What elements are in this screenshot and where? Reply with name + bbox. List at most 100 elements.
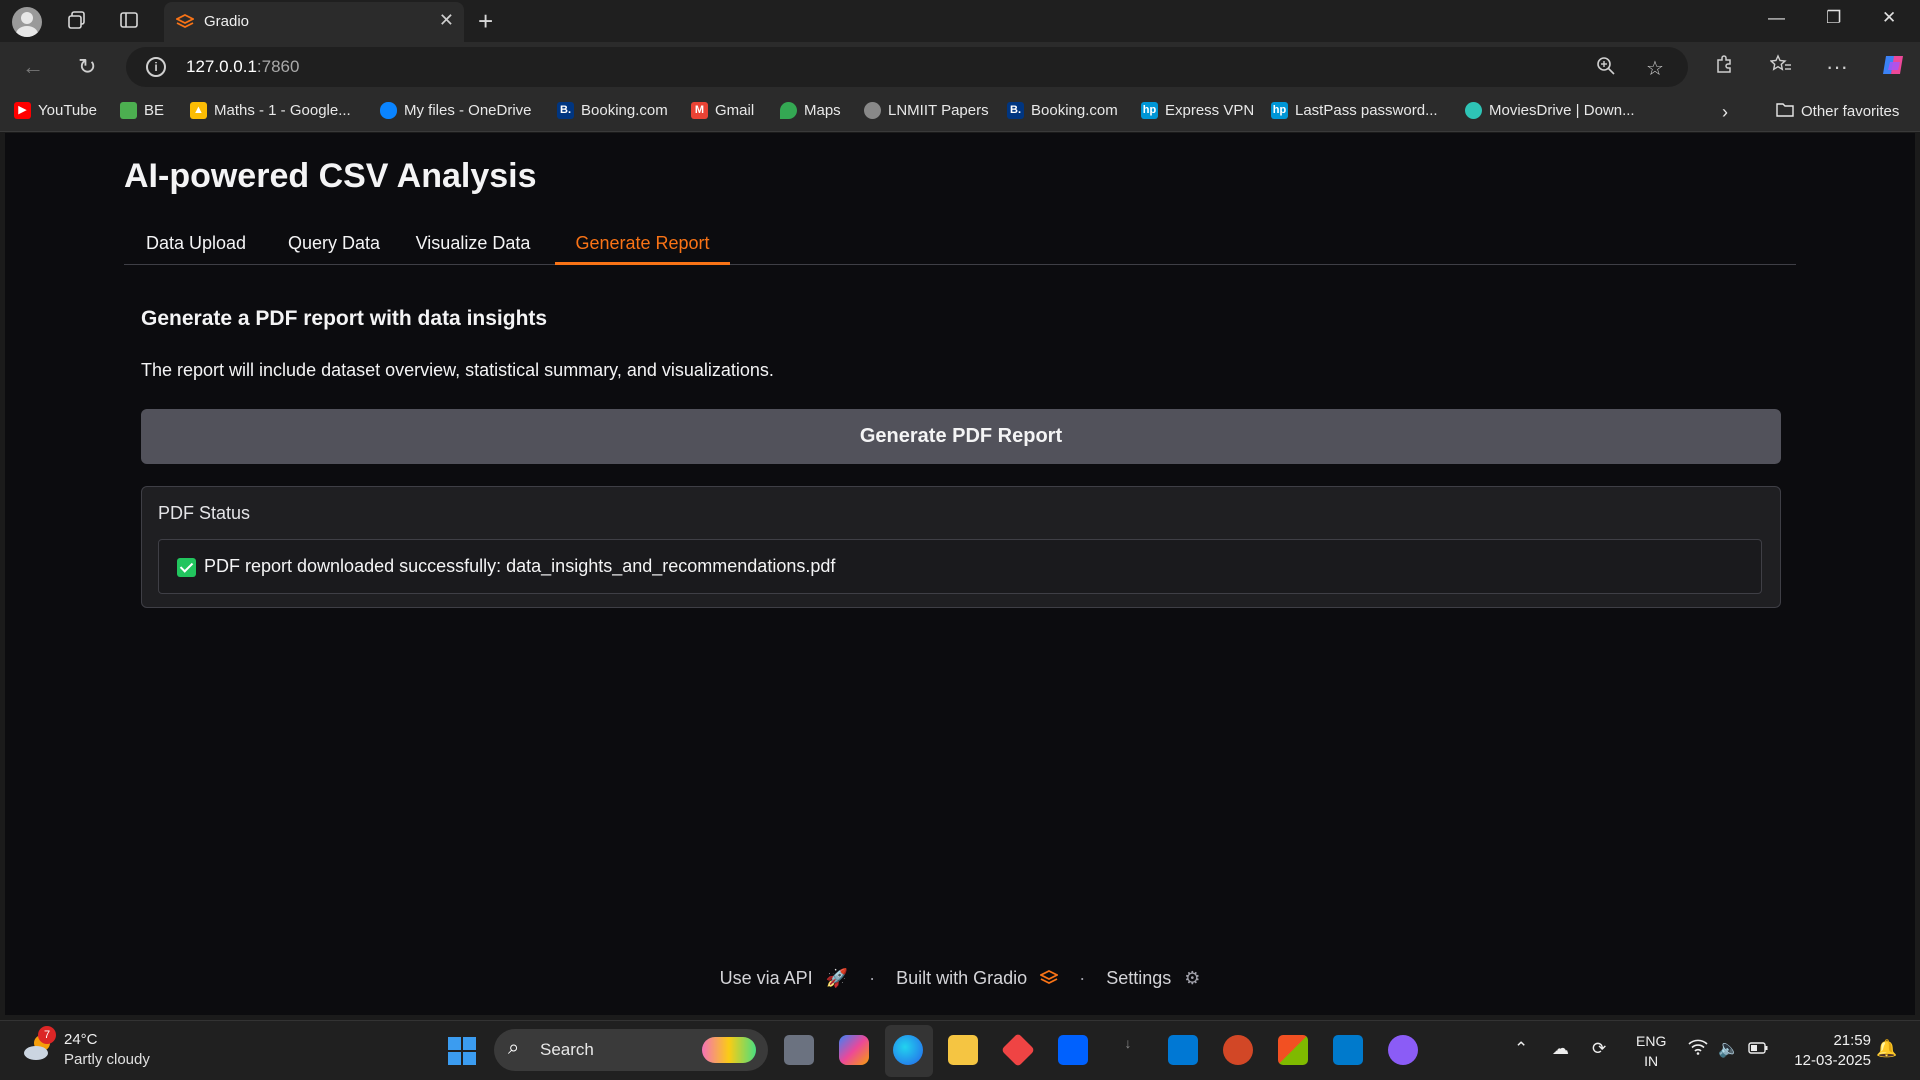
onedrive-tray-icon[interactable]: ☁ <box>1552 1039 1569 1059</box>
bookmark-moviesdrive[interactable]: MoviesDrive | Down... <box>1465 102 1635 119</box>
weather-temperature: 24°C <box>64 1031 98 1048</box>
hp-icon: hp <box>1271 102 1288 119</box>
browser-tab-strip: Gradio ✕ + — ❐ ✕ <box>0 0 1920 42</box>
close-window-icon[interactable]: ✕ <box>1882 8 1896 28</box>
bookmark-be[interactable]: BE <box>120 102 164 119</box>
bookmark-lnmiit[interactable]: LNMIIT Papers <box>864 102 989 119</box>
weather-description: Partly cloudy <box>64 1051 150 1068</box>
weather-alert-badge: 7 <box>38 1026 56 1044</box>
start-windows-icon[interactable] <box>448 1037 476 1065</box>
hp-icon: hp <box>1141 102 1158 119</box>
profile-avatar[interactable] <box>12 7 42 37</box>
site-info-icon[interactable]: i <box>146 57 166 77</box>
copilot-app-icon[interactable] <box>839 1035 869 1065</box>
gradio-logo-icon <box>1039 968 1060 988</box>
section-description: The report will include dataset overview… <box>141 360 774 380</box>
pdf-status-label: PDF Status <box>158 503 251 523</box>
address-bar[interactable]: i 127.0.0.1:7860 ☆ <box>126 47 1688 87</box>
zoom-icon[interactable] <box>1596 56 1616 82</box>
vscode-icon[interactable] <box>1333 1035 1363 1065</box>
url-text[interactable]: 127.0.0.1:7860 <box>186 57 299 77</box>
settings-link[interactable]: Settings ⚙ <box>1102 968 1204 988</box>
wifi-icon[interactable] <box>1688 1039 1708 1060</box>
bookmark-maps[interactable]: Maps <box>780 102 841 119</box>
tab-title: Gradio <box>204 13 250 30</box>
pdf-status-panel: PDF Status PDF report downloaded success… <box>141 486 1781 608</box>
download-icon[interactable]: ↓ <box>1113 1035 1143 1065</box>
gear-icon: ⚙ <box>1184 968 1201 988</box>
vertical-tabs-icon[interactable] <box>118 10 140 32</box>
system-clock[interactable]: 21:59 12-03-2025 <box>1794 1031 1871 1071</box>
anydesk-icon[interactable] <box>1001 1033 1035 1067</box>
onedrive-icon <box>380 102 397 119</box>
more-menu-icon[interactable]: ··· <box>1826 54 1848 80</box>
bookmark-youtube[interactable]: ▶ YouTube <box>14 102 97 119</box>
booking-icon: B. <box>557 102 574 119</box>
gmail-icon: M <box>691 102 708 119</box>
copilot-icon[interactable] <box>1880 52 1906 84</box>
tab-bar: Data Upload Query Data Visualize Data Ge… <box>124 225 1796 265</box>
google-drive-icon: ▲ <box>190 102 207 119</box>
battery-icon[interactable] <box>1748 1039 1768 1059</box>
gradio-footer: Use via API 🚀 · Built with Gradio · Sett… <box>5 968 1915 989</box>
search-icon: ⌕ <box>508 1037 520 1059</box>
outlook-icon[interactable] <box>1168 1035 1198 1065</box>
reload-icon[interactable]: ↻ <box>78 54 96 80</box>
built-with-gradio-link[interactable]: Built with Gradio <box>892 968 1067 988</box>
bookmark-onedrive[interactable]: My files - OneDrive <box>380 102 532 119</box>
use-via-api-link[interactable]: Use via API 🚀 <box>716 968 852 988</box>
lnmiit-icon <box>864 102 881 119</box>
language-indicator[interactable]: ENG IN <box>1636 1031 1666 1071</box>
other-favorites[interactable]: Other favorites <box>1776 102 1899 121</box>
edge-icon[interactable] <box>893 1035 923 1065</box>
tab-generate-report[interactable]: Generate Report <box>555 225 730 265</box>
bookmark-maths[interactable]: ▲ Maths - 1 - Google... <box>190 102 351 119</box>
sync-icon[interactable]: ⟳ <box>1592 1039 1606 1059</box>
maps-icon <box>780 102 797 119</box>
moviesdrive-icon <box>1465 102 1482 119</box>
generate-pdf-report-button[interactable]: Generate PDF Report <box>141 409 1781 464</box>
dropbox-icon[interactable] <box>1058 1035 1088 1065</box>
github-desktop-icon[interactable] <box>1388 1035 1418 1065</box>
extensions-icon[interactable] <box>1714 54 1734 80</box>
taskbar-search[interactable]: ⌕ Search <box>494 1029 768 1071</box>
check-mark-icon <box>177 558 196 577</box>
youtube-icon: ▶ <box>14 102 31 119</box>
new-tab-button[interactable]: + <box>478 6 493 37</box>
browser-tab-gradio[interactable]: Gradio ✕ <box>164 2 464 42</box>
minimize-icon[interactable]: — <box>1768 8 1785 28</box>
gradio-favicon-icon <box>174 13 196 30</box>
rocket-icon: 🚀 <box>825 968 849 988</box>
page-title: AI-powered CSV Analysis <box>124 157 537 195</box>
notifications-icon[interactable]: 🔔 <box>1876 1039 1897 1059</box>
folder-icon <box>1776 102 1794 121</box>
booking-icon: B. <box>1007 102 1024 119</box>
bookmark-booking-2[interactable]: B. Booking.com <box>1007 102 1118 119</box>
tab-query-data[interactable]: Query Data <box>268 225 400 265</box>
volume-icon[interactable]: 🔈 <box>1718 1039 1739 1059</box>
section-heading: Generate a PDF report with data insights <box>141 307 548 330</box>
bookmarks-overflow-chevron-icon[interactable]: › <box>1722 102 1728 123</box>
powerpoint-icon[interactable] <box>1223 1035 1253 1065</box>
tab-data-upload[interactable]: Data Upload <box>124 225 268 265</box>
windows-taskbar: 7 24°C Partly cloudy ⌕ Search ↓ ⌃ ☁ ⟳ EN… <box>0 1020 1920 1080</box>
favorites-icon[interactable] <box>1769 54 1792 80</box>
workspaces-icon[interactable] <box>66 10 88 32</box>
store-icon[interactable] <box>1278 1035 1308 1065</box>
pdf-status-textbox[interactable]: PDF report downloaded successfully: data… <box>158 539 1762 594</box>
bookmark-gmail[interactable]: M Gmail <box>691 102 754 119</box>
file-explorer-icon[interactable] <box>948 1035 978 1065</box>
browser-toolbar: ← ↻ i 127.0.0.1:7860 ☆ ··· <box>0 42 1920 92</box>
favorite-star-icon[interactable]: ☆ <box>1646 56 1664 81</box>
show-hidden-icons-chevron-icon[interactable]: ⌃ <box>1514 1039 1528 1059</box>
back-icon[interactable]: ← <box>22 54 44 80</box>
bookmarks-bar: ▶ YouTube BE ▲ Maths - 1 - Google... My fi… <box>0 92 1920 132</box>
bookmark-lastpass[interactable]: hp LastPass password... <box>1271 102 1438 119</box>
bookmark-booking-1[interactable]: B. Booking.com <box>557 102 668 119</box>
restore-icon[interactable]: ❐ <box>1826 8 1841 28</box>
task-view-icon[interactable] <box>784 1035 814 1065</box>
gradio-app: AI-powered CSV Analysis Data Upload Quer… <box>5 133 1915 1015</box>
close-tab-icon[interactable]: ✕ <box>439 10 454 31</box>
tab-visualize-data[interactable]: Visualize Data <box>400 225 546 265</box>
bookmark-express-vpn[interactable]: hp Express VPN <box>1141 102 1254 119</box>
